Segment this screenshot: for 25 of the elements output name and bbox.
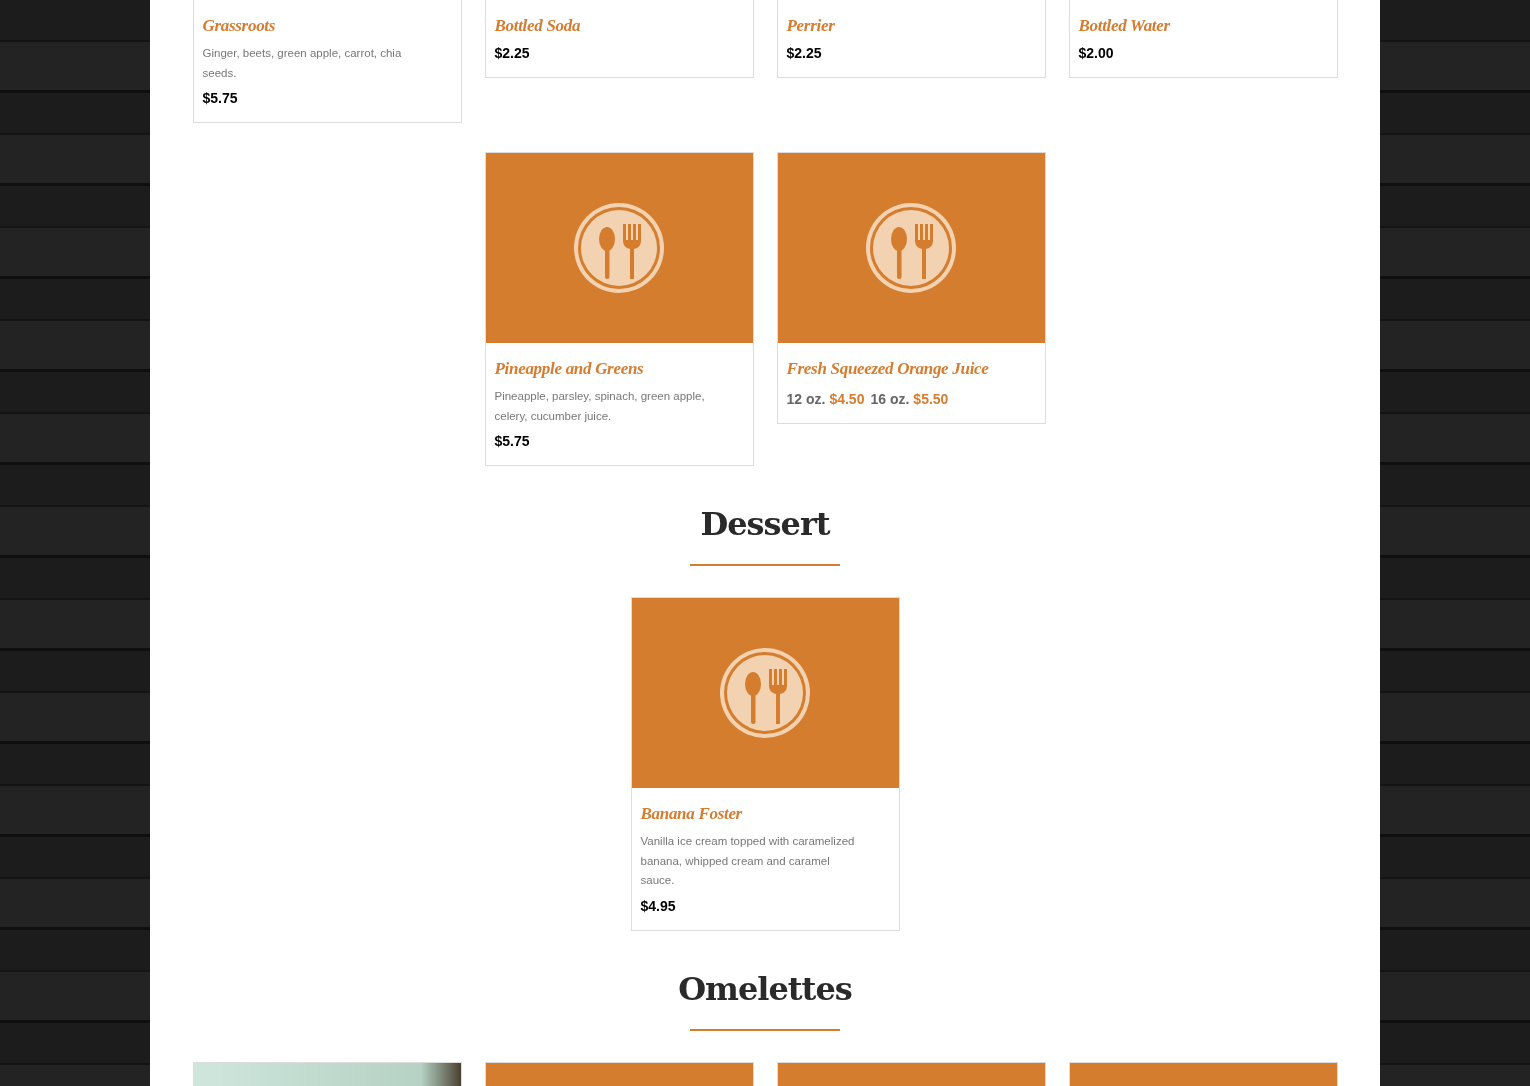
- size-label: 16 oz.: [870, 390, 910, 409]
- item-price: $2.25: [786, 44, 823, 63]
- item-price: $5.75: [494, 432, 531, 451]
- spoon-fork-icon: [573, 202, 665, 294]
- spoon-fork-icon: [865, 202, 957, 294]
- size-price: $5.50: [913, 390, 949, 409]
- size-price: $4.50: [829, 390, 865, 409]
- item-title: Bottled Water: [1078, 15, 1171, 37]
- item-title: Perrier: [786, 15, 836, 37]
- item-price: $2.00: [1078, 44, 1115, 63]
- spoon-fork-icon: [719, 647, 811, 739]
- item-price: $4.95: [640, 896, 677, 916]
- item-title: Grassroots: [202, 15, 277, 37]
- size-label: 12 oz.: [786, 390, 826, 409]
- section-heading: Dessert: [699, 504, 832, 545]
- item-price: $2.25: [494, 44, 531, 63]
- item-description: Vanilla ice cream topped with caramelized banana, whipped cream and caramel sauce.: [640, 834, 856, 888]
- item-title: Banana Foster: [640, 803, 743, 825]
- item-title: Pineapple and Greens: [494, 358, 645, 380]
- section-heading: Omelettes: [677, 968, 853, 1010]
- item-title: Fresh Squeezed Orange Juice: [786, 358, 990, 380]
- item-description: Pineapple, parsley, spinach, green apple, celery, cucumber juice.: [494, 389, 706, 424]
- item-description: Ginger, beets, green apple, carrot, chia seeds.: [202, 46, 403, 81]
- item-price: $5.75: [202, 89, 239, 108]
- item-title: Bottled Soda: [494, 15, 582, 37]
